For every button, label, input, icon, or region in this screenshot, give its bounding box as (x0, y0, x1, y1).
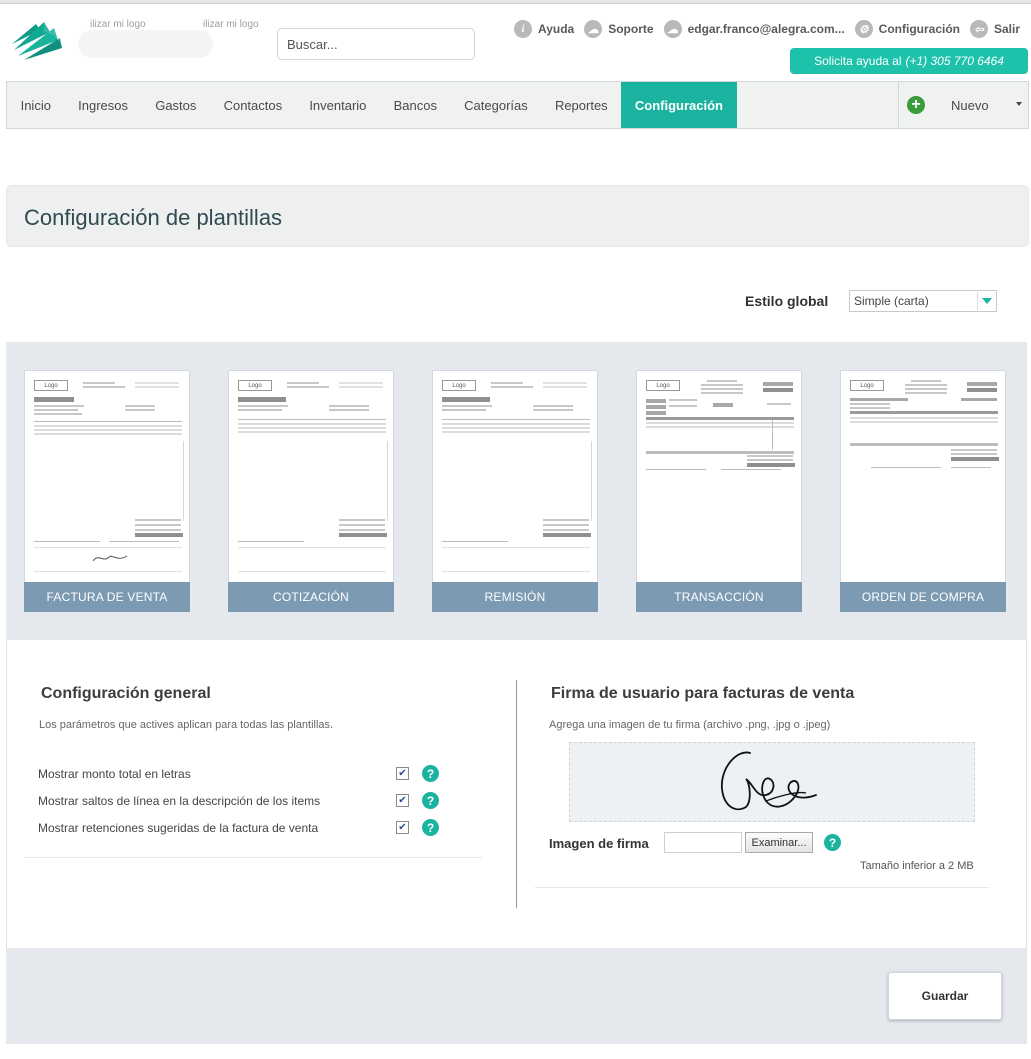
template-preview: Logo (841, 371, 1005, 583)
page-title: Configuración de plantillas (24, 205, 283, 230)
logout-link[interactable]: ⇦ Salir (969, 20, 1020, 38)
logout-link-label: Salir (993, 22, 1020, 36)
signature-file-input[interactable] (664, 832, 742, 853)
nav-item-ingresos[interactable]: Ingresos (65, 82, 142, 128)
help-question-icon[interactable]: ? (824, 834, 841, 851)
search-input[interactable] (277, 28, 475, 60)
page-title-bar: Configuración de plantillas (6, 185, 1029, 247)
template-preview: Logo (433, 371, 597, 583)
help-phone-banner[interactable]: Solicita ayuda al (+1) 305 770 6464 (790, 48, 1028, 74)
help-question-icon[interactable]: ? (422, 792, 439, 809)
support-link-label: Soporte (608, 22, 654, 36)
template-label: COTIZACIÓN (228, 582, 394, 612)
nav-item-contactos[interactable]: Contactos (210, 82, 296, 128)
help-question-icon[interactable]: ? (422, 819, 439, 836)
main-nav: Inicio Ingresos Gastos Contactos Inventa… (6, 81, 1029, 129)
alegra-logo[interactable] (10, 18, 76, 62)
option-total-in-words: Mostrar monto total en letras ✔ ? (38, 765, 439, 783)
template-preview: Logo (229, 371, 393, 583)
global-style-select[interactable]: Simple (carta) (849, 290, 997, 312)
company-name-placeholder (78, 30, 213, 58)
option-label: Mostrar retenciones sugeridas de la fact… (38, 821, 319, 835)
help-link-label: Ayuda (537, 22, 575, 36)
nav-item-bancos[interactable]: Bancos (380, 82, 451, 128)
help-link[interactable]: i Ayuda (513, 20, 575, 38)
settings-link[interactable]: ⚙ Configuración (854, 20, 960, 38)
option-label: Mostrar monto total en letras (38, 767, 191, 781)
template-card-transaccion[interactable]: Logo TRANSACCIÓN (636, 370, 802, 612)
save-button[interactable]: Guardar (888, 972, 1002, 1020)
top-border (0, 0, 1031, 4)
template-card-cotizacion[interactable]: Logo COTIZACIÓN (228, 370, 394, 612)
template-card-orden-compra[interactable]: Logo ORDEN DE COMPRA (840, 370, 1006, 612)
divider (24, 857, 482, 858)
template-label: REMISIÓN (432, 582, 598, 612)
logo-ghost-text: ilizar mi logo (90, 19, 146, 30)
template-logo-placeholder: Logo (238, 380, 272, 391)
nav-item-inicio[interactable]: Inicio (7, 82, 65, 128)
option-line-breaks: Mostrar saltos de línea en la descripció… (38, 792, 439, 810)
help-banner-phone: (+1) 305 770 6464 (905, 54, 1004, 68)
general-config-title: Configuración general (41, 685, 211, 702)
top-links: i Ayuda ☁ Soporte ☁ edgar.franco@alegra.… (504, 20, 1020, 38)
dropdown-arrow-icon (977, 292, 995, 310)
option-withholdings: Mostrar retenciones sugeridas de la fact… (38, 819, 439, 837)
divider (535, 887, 989, 888)
nav-item-gastos[interactable]: Gastos (142, 82, 210, 128)
template-preview: Logo (637, 371, 801, 583)
option-label: Mostrar saltos de línea en la descripció… (38, 794, 321, 808)
nav-item-inventario[interactable]: Inventario (296, 82, 380, 128)
new-label: Nuevo (951, 97, 989, 113)
template-logo-placeholder: Logo (442, 380, 476, 391)
template-label: TRANSACCIÓN (636, 582, 802, 612)
template-card-remision[interactable]: Logo REMISIÓN (432, 370, 598, 612)
global-style-value: Simple (carta) (854, 294, 929, 308)
new-dropdown-button[interactable]: + Nuevo (898, 82, 1028, 128)
template-logo-placeholder: Logo (646, 380, 680, 391)
template-label: FACTURA DE VENTA (24, 582, 190, 612)
template-preview: Logo (25, 371, 189, 583)
withholdings-checkbox[interactable]: ✔ (396, 821, 409, 834)
templates-panel: Logo FACTURA DE VENTA Logo COTIZACIÓN Lo… (6, 342, 1027, 640)
help-question-icon[interactable]: ? (422, 765, 439, 782)
logo-ghost-text: ilizar mi logo (203, 19, 259, 30)
support-icon: ☁ (584, 20, 603, 38)
template-logo-placeholder: Logo (34, 380, 68, 391)
plus-icon: + (907, 96, 925, 114)
user-email-label: edgar.franco@alegra.com... (687, 22, 845, 36)
help-banner-text: Solicita ayuda al (814, 54, 902, 68)
general-config-description: Los parámetros que actives aplican para … (39, 719, 334, 731)
footer-panel (6, 948, 1027, 1044)
support-link[interactable]: ☁ Soporte (584, 20, 654, 38)
signature-title: Firma de usuario para facturas de venta (551, 685, 855, 702)
logout-icon: ⇦ (969, 20, 988, 38)
size-note: Tamaño inferior a 2 MB (860, 860, 974, 872)
total-in-words-checkbox[interactable]: ✔ (396, 767, 409, 780)
gear-icon: ⚙ (854, 20, 873, 38)
template-logo-placeholder: Logo (850, 380, 884, 391)
template-card-factura[interactable]: Logo FACTURA DE VENTA (24, 370, 190, 612)
template-label: ORDEN DE COMPRA (840, 582, 1006, 612)
user-link[interactable]: ☁ edgar.franco@alegra.com... (663, 20, 845, 38)
settings-link-label: Configuración (878, 22, 960, 36)
nav-item-categorias[interactable]: Categorías (451, 82, 542, 128)
nav-item-reportes[interactable]: Reportes (541, 82, 621, 128)
vertical-divider (516, 680, 517, 908)
nav-item-configuracion[interactable]: Configuración (621, 82, 737, 128)
signature-preview (569, 742, 975, 822)
signature-description: Agrega una imagen de tu firma (archivo .… (549, 719, 831, 731)
user-icon: ☁ (663, 20, 682, 38)
info-icon: i (513, 20, 532, 38)
line-breaks-checkbox[interactable]: ✔ (396, 794, 409, 807)
global-style-label: Estilo global (745, 293, 829, 309)
signature-file-label: Imagen de firma (549, 836, 649, 851)
signature-image (721, 751, 817, 811)
browse-button[interactable]: Examinar... (745, 832, 813, 853)
caret-down-icon (1016, 102, 1022, 106)
